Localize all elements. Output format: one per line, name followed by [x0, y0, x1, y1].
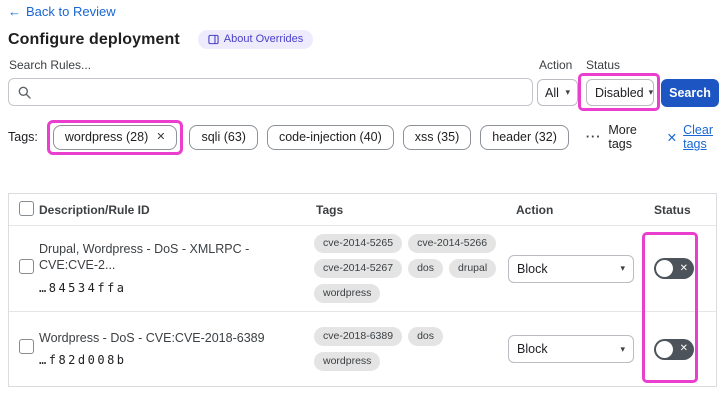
tag-pill: cve-2014-5266	[408, 234, 497, 253]
search-button[interactable]: Search	[661, 79, 719, 107]
search-icon	[18, 86, 31, 99]
tags-bar: Tags: wordpress (28) ✕ sqli (63) code-inj…	[8, 119, 720, 155]
tag-pill: dos	[408, 327, 443, 346]
tag-pill: drupal	[449, 259, 497, 278]
chevron-down-icon: ▾	[620, 263, 625, 273]
highlight-selected-tag: wordpress (28) ✕	[46, 119, 184, 155]
tags-bar-label: Tags:	[8, 130, 38, 144]
select-all-checkbox[interactable]	[19, 200, 34, 216]
search-rules-input[interactable]	[38, 79, 532, 105]
tag-pill: cve-2014-5267	[314, 259, 403, 278]
toggle-knob	[656, 260, 673, 277]
toggle-x-icon: ✕	[679, 262, 688, 274]
filter-tag-pill[interactable]: header (32)	[480, 124, 569, 150]
action-select[interactable]: Block ▾	[508, 335, 634, 363]
toggle-knob	[656, 340, 673, 358]
search-rules-label: Search Rules...	[9, 58, 92, 72]
back-link-label: Back to Review	[26, 4, 116, 19]
row-checkbox[interactable]	[19, 339, 34, 354]
clear-tags-button[interactable]: ✕ Clear tags	[667, 123, 720, 151]
rules-table: Description/Rule ID Tags Action Status D…	[8, 193, 717, 387]
action-select-value: Block	[517, 342, 548, 356]
column-header-action: Action	[516, 202, 554, 217]
clear-tags-label: Clear tags	[683, 123, 713, 151]
action-filter-value: All	[545, 85, 559, 100]
column-header-tags: Tags	[316, 202, 344, 217]
rule-tags: cve-2018-6389 dos wordpress	[308, 327, 504, 371]
rule-description: Drupal, Wordpress - DoS - XMLRPC - CVE:C…	[39, 242, 250, 272]
tag-pill: cve-2018-6389	[314, 327, 403, 346]
ellipsis-icon: ···	[585, 130, 602, 144]
action-label: Action	[539, 58, 573, 72]
tag-pill: cve-2014-5265	[314, 234, 403, 253]
status-filter-select[interactable]: Disabled ▾	[586, 79, 654, 106]
more-tags-button[interactable]: ··· More tags	[586, 123, 643, 151]
page-title: Configure deployment	[8, 30, 180, 48]
title-row: Configure deployment About Overrides	[8, 30, 314, 49]
about-overrides-badge[interactable]: About Overrides	[197, 30, 314, 49]
status-toggle[interactable]: ✕	[654, 338, 694, 360]
tag-pill: wordpress	[314, 352, 381, 371]
more-tags-label: More tags	[608, 123, 637, 151]
selected-tag-label: wordpress (28)	[64, 129, 149, 144]
about-overrides-label: About Overrides	[223, 33, 304, 45]
table-body: Drupal, Wordpress - DoS - XMLRPC - CVE:C…	[9, 225, 716, 386]
rule-description: Wordpress - DoS - CVE:CVE-2018-6389	[39, 330, 265, 345]
remove-tag-icon[interactable]: ✕	[156, 130, 165, 143]
action-filter-select[interactable]: All ▾	[537, 79, 578, 106]
back-to-review-link[interactable]: ← Back to Review	[8, 4, 116, 19]
chevron-down-icon: ▾	[565, 87, 570, 97]
clear-tags-x-icon: ✕	[666, 130, 678, 145]
back-arrow-icon: ←	[8, 4, 21, 19]
toggle-x-icon: ✕	[679, 343, 688, 354]
chevron-down-icon: ▾	[620, 343, 625, 354]
filter-tag-pill[interactable]: xss (35)	[402, 124, 472, 150]
rule-id: …f82d008b	[39, 353, 127, 368]
rule-tags: cve-2014-5265 cve-2014-5266 cve-2014-5267 d…	[308, 234, 504, 303]
selected-tag-pill-wordpress[interactable]: wordpress (28) ✕	[52, 124, 178, 150]
table-row: Drupal, Wordpress - DoS - XMLRPC - CVE:C…	[9, 225, 716, 311]
status-label: Status	[586, 58, 621, 72]
filter-tag-list: sqli (63) code-injection (40) xss (35) head…	[189, 124, 569, 150]
tag-pill: dos	[408, 259, 443, 278]
column-header-status: Status	[654, 202, 691, 217]
tag-pill: wordpress	[314, 284, 381, 303]
chevron-down-icon: ▾	[648, 87, 654, 97]
status-toggle[interactable]: ✕	[654, 258, 694, 279]
column-header-description: Description/Rule ID	[39, 202, 150, 217]
rule-id: …84534ffa	[39, 280, 127, 295]
table-row: Wordpress - DoS - CVE:CVE-2018-6389 …f82…	[9, 311, 716, 386]
filter-tag-pill[interactable]: sqli (63)	[189, 124, 258, 150]
book-icon	[208, 34, 219, 45]
status-filter-value: Disabled	[595, 85, 644, 100]
action-select[interactable]: Block ▾	[508, 254, 634, 283]
filter-tag-pill[interactable]: code-injection (40)	[266, 124, 394, 150]
row-checkbox[interactable]	[19, 258, 34, 274]
search-box	[8, 78, 533, 106]
table-header-row: Description/Rule ID Tags Action Status	[9, 194, 716, 225]
action-select-value: Block	[517, 261, 548, 276]
